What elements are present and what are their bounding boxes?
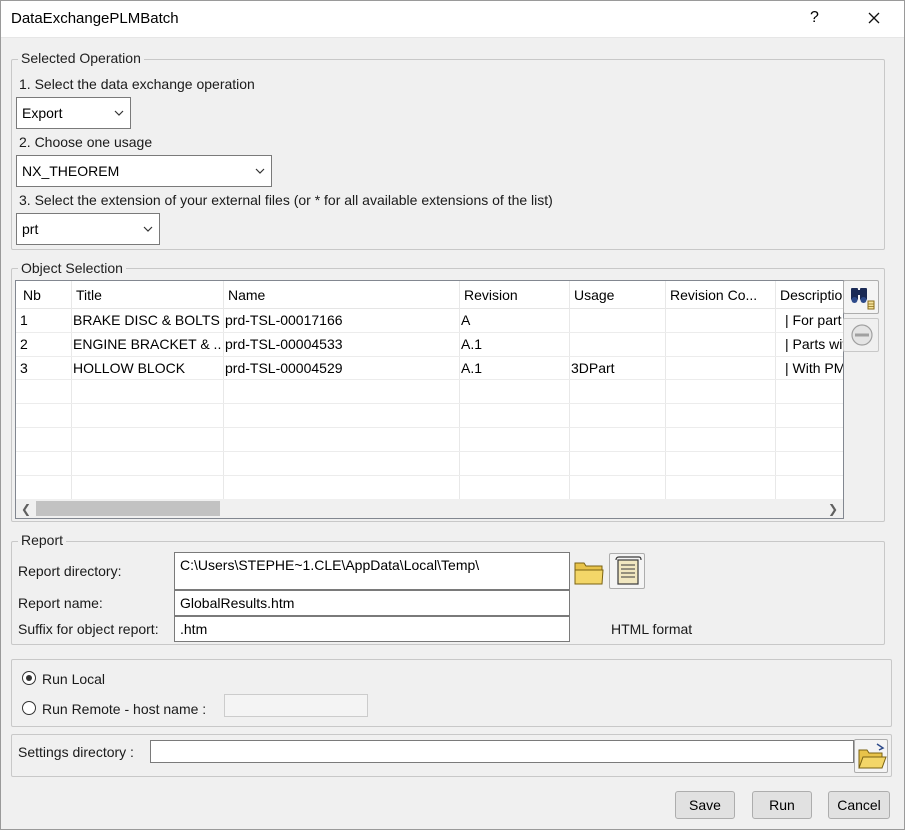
report-directory-label: Report directory: <box>18 563 122 579</box>
report-directory-field[interactable]: C:\Users\STEPHE~1.CLE\AppData\Local\Temp… <box>174 552 570 590</box>
close-icon <box>868 12 880 24</box>
step3-label: 3. Select the extension of your external… <box>19 192 553 208</box>
usage-select[interactable]: NX_THEOREM <box>16 155 272 187</box>
objects-table[interactable]: Nb Title Name Revision Usage Revision Co… <box>15 280 844 519</box>
chevron-down-icon <box>255 168 265 174</box>
cell-nb: 2 <box>20 336 28 352</box>
chevron-down-icon <box>143 226 153 232</box>
cell-revision: A.1 <box>461 360 483 376</box>
close-button[interactable] <box>858 4 890 34</box>
title-bar: DataExchangePLMBatch ? <box>0 0 905 38</box>
table-row[interactable]: 3 HOLLOW BLOCK prd-TSL-00004529 A.1 3DPa… <box>16 356 844 380</box>
cell-nb: 1 <box>20 312 28 328</box>
cell-description: | Parts with <box>785 336 843 352</box>
row-divider <box>16 451 843 452</box>
table-row[interactable]: 1 BRAKE DISC & BOLTS prd-TSL-00017166 A … <box>16 308 844 332</box>
host-name-field[interactable] <box>224 694 368 717</box>
row-divider <box>16 427 843 428</box>
step1-label: 1. Select the data exchange operation <box>19 76 255 92</box>
chevron-down-icon <box>114 110 124 116</box>
help-button[interactable]: ? <box>810 9 819 27</box>
scroll-document-icon <box>615 556 642 585</box>
operation-value: Export <box>22 105 63 121</box>
cell-name: prd-TSL-00004533 <box>225 336 343 352</box>
step2-label: 2. Choose one usage <box>19 134 153 150</box>
html-format-label: HTML format <box>611 621 693 637</box>
extension-value: prt <box>22 221 39 237</box>
save-button[interactable]: Save <box>675 791 735 819</box>
browse-settings-button[interactable] <box>854 739 888 773</box>
binoculars-search-icon <box>851 288 875 310</box>
window-title: DataExchangePLMBatch <box>11 10 179 27</box>
browse-directory-button[interactable] <box>572 553 606 589</box>
run-local-label[interactable]: Run Local <box>42 671 105 687</box>
run-local-radio[interactable] <box>22 671 36 685</box>
operation-select[interactable]: Export <box>16 97 131 129</box>
run-remote-label[interactable]: Run Remote - host name : <box>42 701 206 717</box>
column-header-revision[interactable]: Revision <box>459 287 569 303</box>
scroll-right-icon[interactable]: ❯ <box>828 502 838 516</box>
table-row[interactable]: 2 ENGINE BRACKET & ... prd-TSL-00004533 … <box>16 332 843 356</box>
open-folder-icon <box>858 743 887 769</box>
remove-object-button[interactable] <box>843 318 879 352</box>
cell-usage: 3DPart <box>571 360 615 376</box>
report-name-field[interactable]: GlobalResults.htm <box>174 590 570 616</box>
cell-description: | With PMI <box>785 360 844 376</box>
selected-operation-label: Selected Operation <box>18 50 144 66</box>
open-report-button[interactable] <box>609 553 645 589</box>
column-header-title[interactable]: Title <box>71 287 223 303</box>
suffix-label: Suffix for object report: <box>18 621 159 637</box>
cell-title: BRAKE DISC & BOLTS <box>73 312 220 328</box>
cell-nb: 3 <box>20 360 28 376</box>
cell-name: prd-TSL-00004529 <box>225 360 343 376</box>
column-header-name[interactable]: Name <box>223 287 459 303</box>
settings-directory-label: Settings directory : <box>18 744 134 760</box>
usage-value: NX_THEOREM <box>22 163 120 179</box>
row-divider <box>16 403 843 404</box>
cell-description: | For part i <box>785 312 844 328</box>
scroll-left-icon[interactable]: ❮ <box>21 502 31 516</box>
column-header-usage[interactable]: Usage <box>569 287 665 303</box>
report-group-label: Report <box>18 532 67 548</box>
object-selection-label: Object Selection <box>18 260 126 276</box>
scrollbar-thumb[interactable] <box>36 501 220 516</box>
column-header-description[interactable]: Descriptio <box>775 287 843 303</box>
report-name-label: Report name: <box>18 595 103 611</box>
settings-directory-field[interactable] <box>150 740 854 763</box>
cell-revision: A.1 <box>461 336 483 352</box>
cancel-button[interactable]: Cancel <box>828 791 890 819</box>
folder-icon <box>574 562 604 585</box>
extension-select[interactable]: prt <box>16 213 160 245</box>
search-objects-button[interactable] <box>843 280 879 314</box>
column-header-nb[interactable]: Nb <box>18 287 72 303</box>
suffix-field[interactable]: .htm <box>174 616 570 642</box>
remove-icon <box>851 324 873 346</box>
cell-revision: A <box>461 312 471 328</box>
column-header-revision-comment[interactable]: Revision Co... <box>665 287 775 303</box>
table-header: Nb Title Name Revision Usage Revision Co… <box>16 281 843 309</box>
cell-title: HOLLOW BLOCK <box>73 360 186 376</box>
cell-name: prd-TSL-00017166 <box>225 312 343 328</box>
run-remote-radio[interactable] <box>22 701 36 715</box>
row-divider <box>16 475 843 476</box>
run-button[interactable]: Run <box>752 791 812 819</box>
horizontal-scrollbar[interactable]: ❮ ❯ <box>16 499 843 518</box>
cell-title: ENGINE BRACKET & ... <box>73 336 221 352</box>
